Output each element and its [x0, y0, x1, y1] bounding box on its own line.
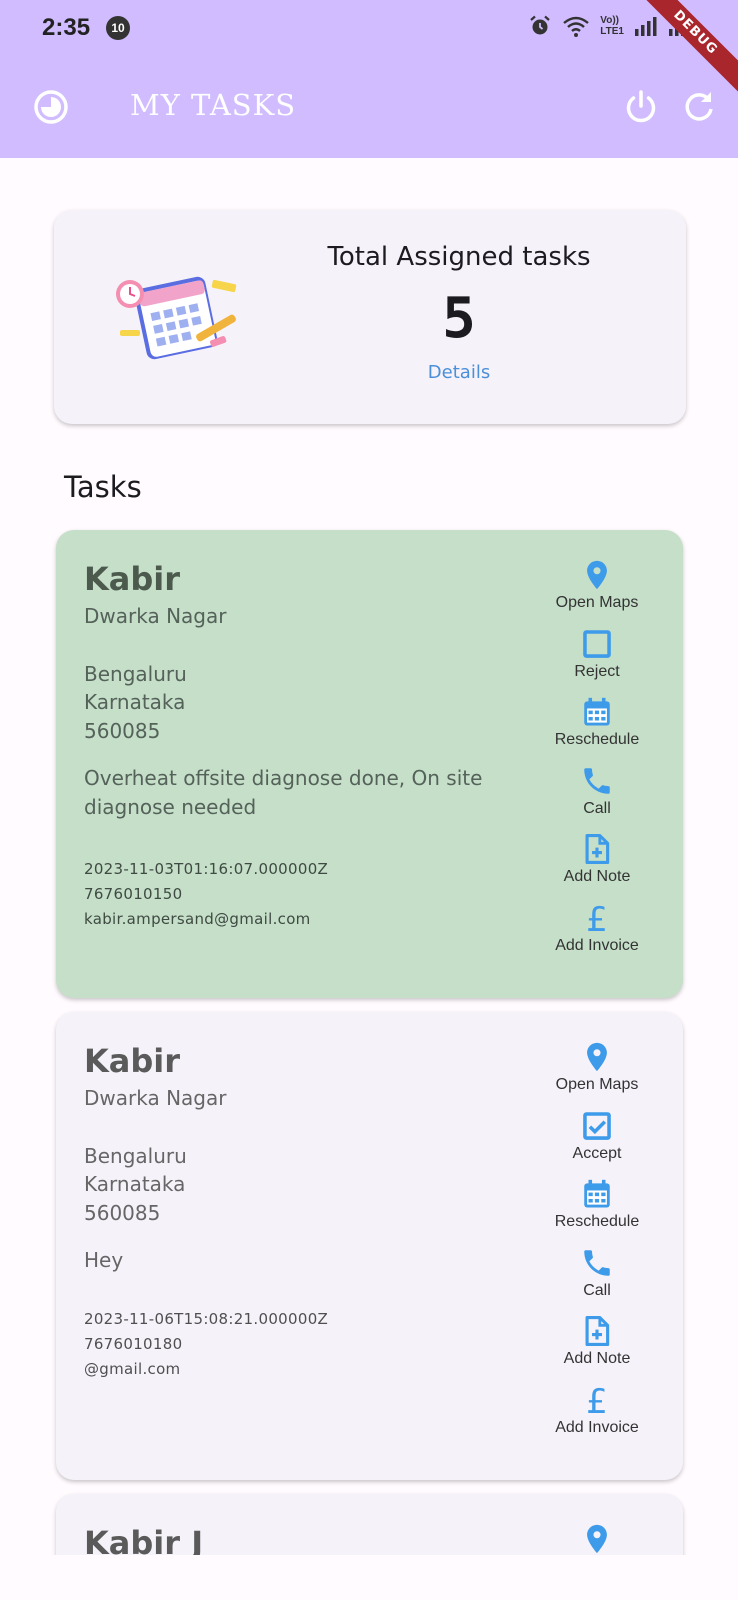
notification-count-badge: 10 [106, 16, 130, 40]
task-state: Karnataka [84, 1172, 186, 1196]
action-label: Reject [574, 662, 620, 680]
task-area: Dwarka Nagar [84, 604, 227, 628]
note-add-icon [585, 833, 610, 865]
tasks-heading: Tasks [64, 470, 142, 504]
power-icon[interactable] [622, 88, 660, 126]
reschedule-button[interactable]: Reschedule [532, 1177, 662, 1246]
action-label: Add Invoice [555, 1418, 639, 1436]
calendar-icon [584, 697, 610, 726]
action-label: Reschedule [554, 731, 640, 748]
history-icon[interactable] [32, 88, 70, 126]
call-button[interactable]: Call [532, 1246, 662, 1315]
task-city: Bengaluru [84, 662, 187, 686]
wifi-icon [563, 16, 590, 37]
page-title: MY TASKS [130, 88, 297, 122]
task-actions: Open Maps Reject Reschedule Call Add Not… [532, 558, 662, 969]
navigation-bar-area [0, 1555, 738, 1600]
note-add-icon [585, 1315, 610, 1347]
action-label: Accept [572, 1144, 622, 1162]
summary-title: Total Assigned tasks [327, 242, 591, 272]
checkbox-checked-icon [583, 1111, 611, 1140]
action-label: Reschedule [554, 1213, 640, 1230]
accept-button[interactable]: Accept [532, 1109, 662, 1178]
reject-button[interactable]: Reject [532, 627, 662, 696]
alarm-icon [530, 15, 551, 35]
add-note-button[interactable]: Add Note [532, 832, 662, 901]
lte-label: LTE1 [600, 26, 624, 37]
checkbox-empty-icon [583, 629, 611, 658]
task-timestamp: 2023-11-03T01:16:07.000000Z [84, 860, 329, 878]
task-area: Dwarka Nagar [84, 1086, 227, 1110]
task-phone: 7676010150 [84, 885, 183, 903]
task-card[interactable]: Kabir Dwarka Nagar Bengaluru Karnataka 5… [56, 1012, 683, 1480]
task-card[interactable]: Kabir Dwarka Nagar Bengaluru Karnataka 5… [56, 530, 683, 998]
add-note-button[interactable]: Add Note [532, 1314, 662, 1383]
phone-icon [584, 767, 610, 794]
map-pin-icon [587, 560, 607, 590]
pound-icon: £ [586, 901, 608, 935]
action-label: Call [583, 1281, 611, 1299]
calendar-illustration [116, 276, 237, 360]
task-phone: 7676010180 [84, 1335, 183, 1353]
task-state: Karnataka [84, 690, 186, 714]
open-maps-button[interactable]: Open Maps [532, 1040, 662, 1109]
task-pincode: 560085 [84, 719, 161, 743]
summary-card: Total Assigned tasks 5 Details [54, 210, 686, 424]
calendar-icon [584, 1179, 610, 1208]
status-bar: 2:35 10 Vo)) LTE1 [0, 0, 738, 58]
action-label: Call [583, 799, 611, 817]
map-pin-icon [587, 1524, 607, 1554]
action-label: Open Maps [555, 594, 639, 611]
reschedule-button[interactable]: Reschedule [532, 695, 662, 764]
svg-text:£: £ [586, 1383, 608, 1417]
volte-label: Vo)) [600, 15, 619, 26]
app-bar: MY TASKS [0, 58, 738, 158]
action-label: Add Note [563, 1350, 631, 1367]
status-time: 2:35 [42, 14, 91, 41]
add-invoice-button[interactable]: £ Add Invoice [532, 1383, 662, 1452]
task-description: Hey [84, 1248, 124, 1272]
svg-text:£: £ [586, 901, 608, 935]
details-link[interactable]: Details [294, 362, 624, 383]
task-customer-name: Kabir [84, 560, 181, 598]
task-description: Overheat offsite diagnose done, On site … [84, 766, 483, 819]
map-pin-icon [587, 1042, 607, 1072]
action-label: Add Invoice [555, 936, 639, 954]
network-type-label: Vo)) LTE1 [600, 15, 624, 37]
pound-icon: £ [586, 1383, 608, 1417]
add-invoice-button[interactable]: £ Add Invoice [532, 901, 662, 970]
task-email: kabir.ampersand@gmail.com [84, 910, 311, 928]
task-count: 5 [442, 286, 476, 351]
task-email: @gmail.com [84, 1360, 181, 1378]
action-label: Open Maps [555, 1076, 639, 1093]
task-actions: Open Maps Accept Reschedule Call Add Not… [532, 1040, 662, 1451]
call-button[interactable]: Call [532, 764, 662, 833]
task-pincode: 560085 [84, 1201, 161, 1225]
task-timestamp: 2023-11-06T15:08:21.000000Z [84, 1310, 329, 1328]
task-customer-name: Kabir [84, 1042, 181, 1080]
refresh-icon[interactable] [680, 88, 718, 126]
phone-icon [584, 1249, 610, 1276]
open-maps-button[interactable]: Open Maps [532, 558, 662, 627]
task-city: Bengaluru [84, 1144, 187, 1168]
action-label: Add Note [563, 868, 631, 885]
signal-icon [635, 17, 657, 36]
